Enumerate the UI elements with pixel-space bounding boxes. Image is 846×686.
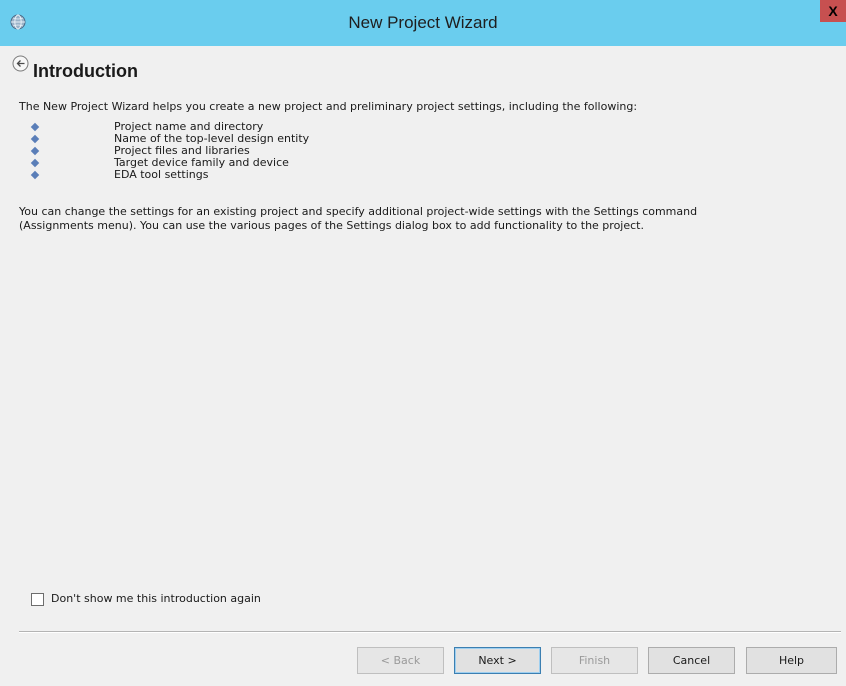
dont-show-again-label[interactable]: Don't show me this introduction again	[51, 592, 261, 605]
finish-button[interactable]: Finish	[551, 647, 638, 674]
diamond-bullet-icon	[30, 158, 40, 168]
diamond-bullet-icon	[30, 170, 40, 180]
close-icon: X	[828, 3, 838, 19]
back-arrow-icon[interactable]	[12, 55, 29, 72]
next-button[interactable]: Next >	[454, 647, 541, 674]
help-button[interactable]: Help	[746, 647, 837, 674]
back-button[interactable]: < Back	[357, 647, 444, 674]
page-heading: Introduction	[33, 61, 138, 81]
settings-paragraph-line2: (Assignments menu). You can use the vari…	[19, 219, 644, 232]
new-project-wizard-window: New Project Wizard X Introduction The Ne…	[0, 0, 846, 686]
cancel-button[interactable]: Cancel	[648, 647, 735, 674]
diamond-bullet-icon	[30, 134, 40, 144]
list-item-label: EDA tool settings	[114, 168, 209, 181]
diamond-bullet-icon	[30, 146, 40, 156]
dont-show-again-checkbox[interactable]	[31, 593, 44, 606]
footer-divider	[19, 631, 841, 633]
title-bar[interactable]: New Project Wizard X	[0, 0, 846, 46]
settings-paragraph-line1: You can change the settings for an exist…	[19, 205, 698, 218]
intro-text: The New Project Wizard helps you create …	[19, 100, 638, 113]
diamond-bullet-icon	[30, 122, 40, 132]
window-title: New Project Wizard	[348, 13, 498, 32]
close-button[interactable]: X	[820, 0, 846, 22]
